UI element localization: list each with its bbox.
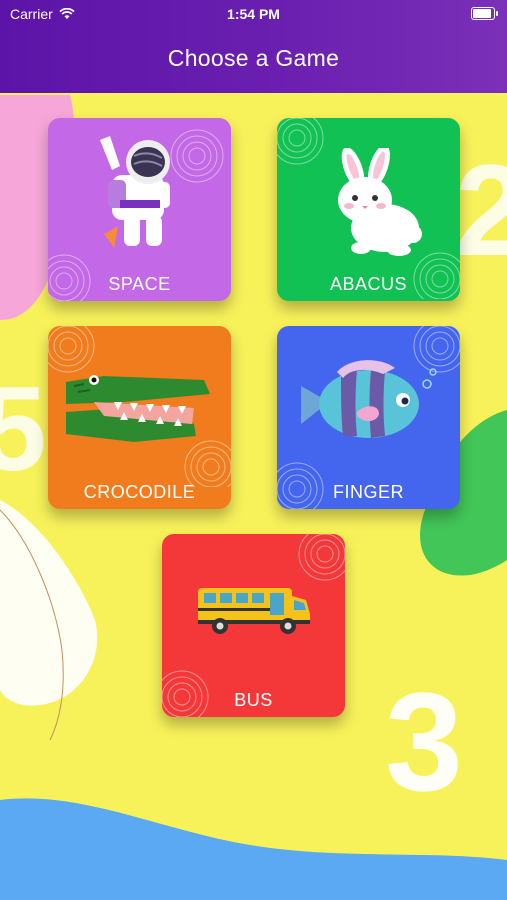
- crocodile-icon: [66, 375, 210, 442]
- game-card-finger[interactable]: FINGER: [277, 326, 460, 509]
- status-bar: Carrier 1:54 PM: [0, 0, 507, 28]
- game-card-abacus[interactable]: ABACUS: [277, 118, 460, 301]
- astronaut-icon: [100, 136, 170, 248]
- bg-number-2: 2: [455, 137, 507, 283]
- game-label-bus: BUS: [234, 690, 273, 710]
- bus-icon: [198, 588, 310, 634]
- game-card-space[interactable]: SPACE: [48, 118, 231, 301]
- bg-number-5: 5: [0, 362, 47, 496]
- header-bar: Carrier 1:54 PM Choose a Game: [0, 0, 507, 93]
- game-label-space: SPACE: [108, 274, 171, 294]
- bunny-icon: [338, 148, 422, 256]
- game-label-crocodile: CROCODILE: [83, 482, 196, 502]
- game-label-finger: FINGER: [332, 482, 404, 502]
- game-label-abacus: ABACUS: [329, 274, 408, 294]
- bg-number-3: 3: [385, 663, 463, 820]
- status-time: 1:54 PM: [227, 6, 280, 22]
- fish-icon: [301, 360, 437, 438]
- game-card-crocodile[interactable]: CROCODILE: [48, 326, 231, 509]
- game-card-bus[interactable]: BUS: [162, 534, 345, 717]
- battery-icon: [471, 7, 498, 20]
- page-title: Choose a Game: [167, 45, 340, 71]
